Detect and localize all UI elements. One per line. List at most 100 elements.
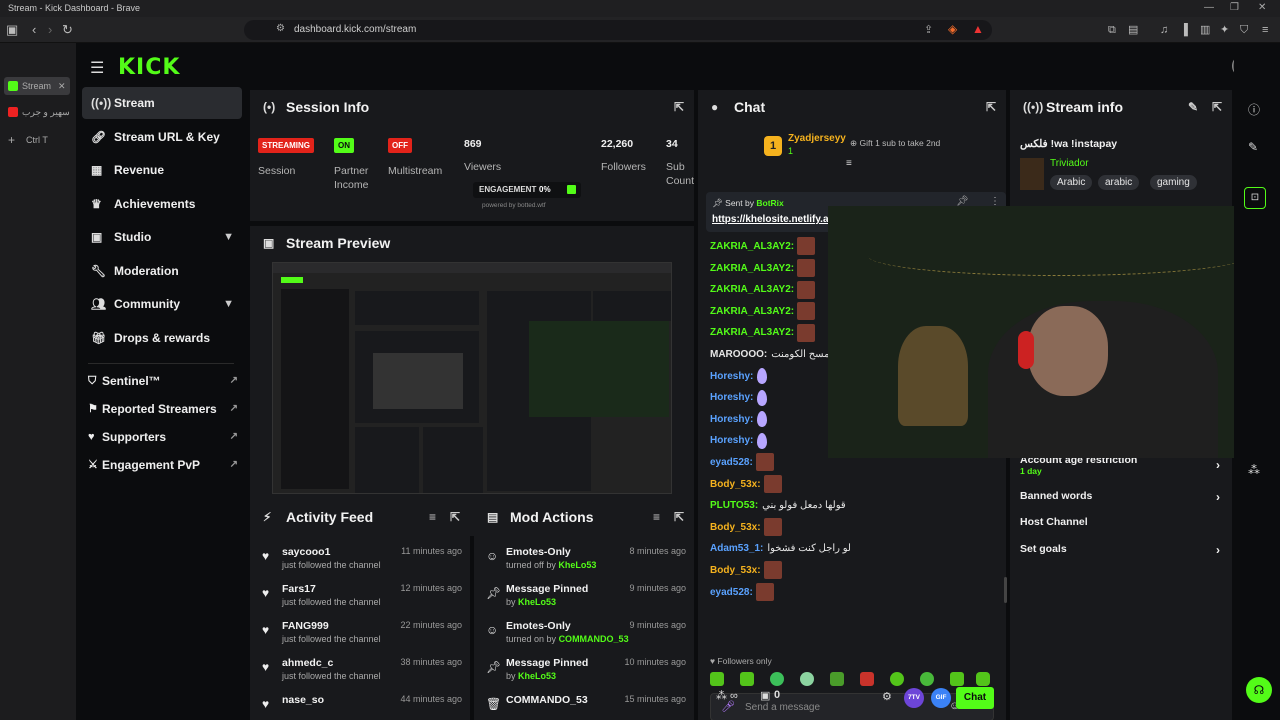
community-icon[interactable]: ⁂ [1248, 463, 1260, 477]
emote-icon[interactable] [950, 672, 964, 686]
activity-user[interactable]: Fars17 [282, 583, 316, 595]
menu-icon[interactable]: ≡ [1262, 21, 1268, 39]
chat-username[interactable]: Body_53x: [710, 565, 761, 576]
brave-rewards-icon[interactable]: ▲ [972, 22, 984, 36]
capture-icon[interactable]: ⊡ [1244, 187, 1266, 209]
stream-preview-video[interactable] [272, 262, 672, 494]
music-icon[interactable]: ♫ [1160, 21, 1168, 39]
site-settings-icon[interactable]: ⚙ [276, 23, 285, 34]
extensions-icon[interactable]: ⧉ [1108, 21, 1116, 39]
sidebar-item-community[interactable]: 👥︎ Community ▼ [82, 288, 242, 320]
sidebar-item-revenue[interactable]: ▦ Revenue [82, 154, 242, 186]
sidebar-item-stream[interactable]: ((•)) Stream [82, 87, 242, 119]
chat-username[interactable]: Horeshy: [710, 414, 753, 425]
chat-username[interactable]: Adam53_1: [710, 543, 763, 554]
chat-scrollbar[interactable] [1004, 577, 1007, 603]
close-window-icon[interactable]: ✕ [1258, 2, 1266, 13]
chat-username[interactable]: Body_53x: [710, 479, 761, 490]
chat-username[interactable]: MAROOOO: [710, 349, 767, 360]
chat-username[interactable]: ZAKRIA_AL3AY2: [710, 306, 794, 317]
wallet-alt-icon[interactable]: ▥ [1200, 21, 1210, 39]
sidebar-link-engagement-pvp[interactable]: ⚔ Engagement PvP ↗ [82, 452, 242, 478]
emote-icon[interactable] [830, 672, 844, 686]
new-tab-button[interactable]: + Ctrl T [4, 131, 70, 149]
sidebar-item-stream-url-key[interactable]: 🔗︎ Stream URL & Key [82, 121, 242, 153]
maximize-icon[interactable]: ❐ [1230, 2, 1239, 13]
back-icon[interactable]: ‹ [32, 21, 36, 39]
gift-cta[interactable]: ⊕ Gift 1 sub to take 2nd [850, 138, 940, 149]
emote-icon[interactable] [770, 672, 784, 686]
sidebar-link-reported-streamers[interactable]: ⚑ Reported Streamers ↗ [82, 396, 242, 422]
chevron-down-icon[interactable]: ▼ [223, 288, 234, 320]
wallet-icon[interactable]: ▤ [1128, 21, 1138, 39]
collapse-icon[interactable]: ≡ [846, 158, 852, 169]
top-gifter-name[interactable]: Zyadjerseyy [788, 133, 846, 144]
kick-logo[interactable]: KICK [118, 55, 180, 80]
sidebar-item-achievements[interactable]: ♛ Achievements [82, 188, 242, 220]
address-bar[interactable]: ⚙ dashboard.kick.com/stream ⇪ ◈ ▲ [244, 20, 992, 40]
chevron-down-icon[interactable]: ▼ [223, 221, 234, 253]
chat-username[interactable]: eyad528: [710, 587, 753, 598]
tab-youtube[interactable]: سهير و جرب [4, 103, 70, 121]
emote-icon[interactable] [976, 672, 990, 686]
sidebar-item-moderation[interactable]: 🔧︎ Moderation [82, 255, 242, 287]
filter-icon[interactable]: ≡ [429, 500, 436, 534]
reload-icon[interactable]: ↻ [62, 21, 73, 39]
edit-icon[interactable]: ✎ [1248, 140, 1258, 154]
info-icon[interactable]: ⓘ [1248, 101, 1260, 118]
sidebar-link-supporters[interactable]: ♥ Supporters ↗ [82, 424, 242, 450]
reader-icon[interactable]: ▐ [1180, 21, 1188, 39]
chat-username[interactable]: ZAKRIA_AL3AY2: [710, 263, 794, 274]
vpn-icon[interactable]: ⛉ [1240, 21, 1248, 39]
hamburger-menu-icon[interactable]: ☰ [90, 58, 104, 78]
chat-username[interactable]: Horeshy: [710, 371, 753, 382]
activity-user[interactable]: saycooo1 [282, 546, 330, 558]
chat-settings-icon[interactable]: ⚙ [882, 690, 892, 703]
activity-user[interactable]: FANG999 [282, 620, 329, 632]
emote-icon[interactable] [890, 672, 904, 686]
tab-stream[interactable]: Stream ✕ [4, 77, 70, 95]
sidebar-link-sentinel[interactable]: ⛉ Sentinel™ ↗ [82, 368, 242, 394]
popout-icon[interactable]: ⇱ [986, 90, 996, 124]
banned-words-setting[interactable]: Banned words › [1020, 490, 1220, 504]
sidebar-toggle-icon[interactable]: ▣ [6, 21, 18, 39]
popout-icon[interactable]: ⇱ [674, 500, 684, 534]
emote-icon[interactable] [860, 672, 874, 686]
chat-username[interactable]: PLUTO53: [710, 500, 758, 511]
community-points-icon[interactable]: ⁂ ∞ [716, 689, 738, 702]
popout-icon[interactable]: ⇱ [674, 90, 684, 124]
activity-user[interactable]: nase_so [282, 694, 324, 706]
chat-username[interactable]: Horeshy: [710, 392, 753, 403]
popout-icon[interactable]: ⇱ [1212, 90, 1222, 124]
chat-username[interactable]: ZAKRIA_AL3AY2: [710, 241, 794, 252]
emote-icon[interactable] [710, 672, 724, 686]
close-tab-icon[interactable]: ✕ [58, 77, 66, 95]
share-icon[interactable]: ⇪ [924, 23, 933, 36]
chat-username[interactable]: Horeshy: [710, 435, 753, 446]
emote-icon[interactable] [920, 672, 934, 686]
emote-icon[interactable] [800, 672, 814, 686]
leo-ai-icon[interactable]: ✦ [1220, 21, 1229, 39]
forward-icon[interactable]: › [48, 21, 52, 39]
host-channel-setting[interactable]: Host Channel [1020, 516, 1088, 528]
popout-icon[interactable]: ⇱ [450, 500, 460, 534]
activity-user[interactable]: ahmedc_c [282, 657, 333, 669]
brave-shields-icon[interactable]: ◈ [948, 22, 957, 36]
sidebar-item-studio[interactable]: ▣ Studio ▼ [82, 221, 242, 253]
set-goals-setting[interactable]: Set goals › [1020, 543, 1220, 557]
stream-category[interactable]: Triviador [1050, 158, 1089, 169]
chat-username[interactable]: Body_53x: [710, 522, 761, 533]
chat-username[interactable]: eyad528: [710, 457, 753, 468]
chat-input[interactable]: 🎤︎ Send a message ☺ ● [710, 693, 994, 720]
send-chat-button[interactable]: Chat [956, 687, 994, 709]
seventv-icon[interactable]: 7TV [904, 688, 924, 708]
chat-username[interactable]: ZAKRIA_AL3AY2: [710, 284, 794, 295]
help-support-icon[interactable]: ☊ [1246, 677, 1272, 703]
pinned-link[interactable]: https://khelosite.netlify.app [712, 214, 841, 225]
filter-icon[interactable]: ≡ [653, 500, 660, 534]
edit-icon[interactable]: ✎ [1188, 90, 1198, 124]
gif-icon[interactable]: GIF [931, 688, 951, 708]
emote-icon[interactable] [740, 672, 754, 686]
sidebar-item-drops-rewards[interactable]: 🎁︎ Drops & rewards [82, 322, 242, 354]
minimize-icon[interactable]: — [1204, 2, 1214, 13]
